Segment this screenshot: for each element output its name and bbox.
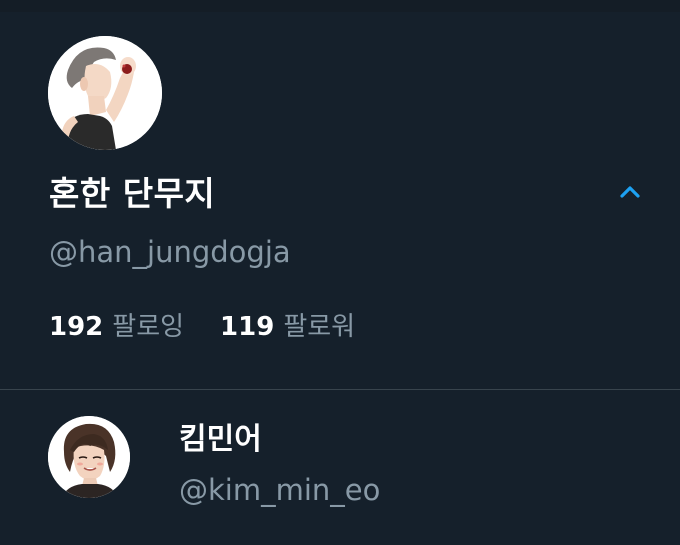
account-display-name: 킴민어	[179, 422, 262, 457]
chevron-up-icon	[620, 186, 640, 198]
following-count: 192	[49, 312, 104, 342]
following-stat-link[interactable]: 192 팔로잉	[49, 308, 184, 346]
current-account-display-name: 혼한 단무지	[49, 174, 216, 213]
avatar-illustration-icon	[48, 416, 130, 498]
account-handle: @kim_min_eo	[179, 473, 381, 507]
current-account-avatar[interactable]	[48, 36, 162, 150]
collapse-accounts-button[interactable]	[614, 176, 646, 208]
follow-stats: 192 팔로잉 119 팔로워	[49, 308, 355, 346]
account-list-item[interactable]: 킴민어 @kim_min_eo	[0, 390, 680, 545]
avatar-illustration-icon	[48, 36, 162, 150]
followers-label: 팔로워	[283, 312, 356, 342]
followers-stat-link[interactable]: 119 팔로워	[220, 308, 355, 346]
following-label: 팔로잉	[112, 312, 185, 342]
current-account-handle: @han_jungdogja	[49, 235, 291, 269]
followers-count: 119	[220, 312, 275, 342]
current-account-header: 혼한 단무지 @han_jungdogja 192 팔로잉 119 팔로워	[0, 0, 680, 390]
account-avatar	[48, 416, 130, 498]
